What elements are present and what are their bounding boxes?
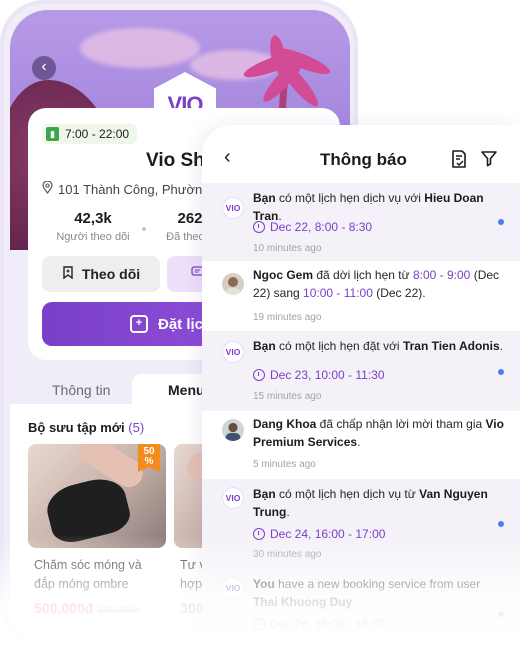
chevron-left-icon: ‹ [224,146,231,168]
notif-subject: Bạn [253,487,276,501]
notif-to-time: 10:00 - 11:00 [303,286,373,300]
notification-text: You have a new booking service from user… [253,575,505,611]
unread-dot [498,521,504,527]
followers-label: Người theo dõi [56,231,130,243]
notif-user: Thai Khuong Duy [253,595,353,609]
screen: ‹ VIO ▮ 7:00 - 22:00 Vio Sho 101 Thành C… [0,0,520,645]
notif-user: Tran Tien Adonis [402,339,500,353]
schedule-text: Dec 26, 15:00 - 16:00 [270,617,386,631]
notif-subject: Bạn [253,339,276,353]
clock-icon [253,618,265,630]
price-value: 500,000đ [34,600,94,616]
calendar-plus-icon: + [130,315,148,333]
notif-suffix: . [357,435,361,449]
notification-item[interactable]: VIO Bạn có một lịch hẹn dịch vụ với Hieu… [202,183,520,259]
mark-read-icon[interactable] [450,149,470,169]
appointment-time: Dec 23, 10:00 - 11:30 [253,368,385,382]
appointment-time: Dec 22, 8:00 - 8:30 [253,220,372,234]
collection-title-text: Bộ sưu tập mới [28,420,125,435]
vio-logo-icon: VIO [222,197,244,219]
notif-body: có một lịch hẹn dịch vụ từ [275,487,420,501]
opening-hours-badge: ▮ 7:00 - 22:00 [42,124,138,144]
collection-title: Bộ sưu tập mới (5) [28,420,144,435]
notification-text: Bạn có một lịch hẹn dịch vụ từ Van Nguye… [253,485,505,521]
notification-item[interactable]: Ngoc Gem đã dời lịch hẹn từ 8:00 - 9:00 … [202,261,520,331]
product-price: 500,000đ 1000,000đ [34,600,140,616]
followers-count: 42,3k [74,210,112,227]
discount-unit: % [144,456,154,467]
discount-badge: 50% [138,444,160,472]
product-price: 300 [180,600,203,616]
notif-time: 19 minutes ago [253,312,322,323]
avatar [222,419,244,441]
notifications-header: ‹ Thông báo [202,125,520,183]
page-title: Thông báo [320,150,407,169]
follow-button[interactable]: Theo dõi [42,256,160,292]
vio-logo-icon: VIO [222,577,244,599]
notif-suffix: . [352,595,356,609]
door-icon: ▮ [46,127,59,141]
notification-text: Ngoc Gem đã dời lịch hẹn từ 8:00 - 9:00 … [253,266,505,302]
product-name-line: đắp móng ombre [34,577,129,591]
notif-suffix: . [286,505,290,519]
notif-body: have a new booking service from user [274,577,481,591]
back-button[interactable]: ‹ [32,56,56,80]
notif-body: đã chấp nhận lời mời tham gia [316,417,486,431]
clock-icon [253,528,265,540]
notification-item[interactable]: Dang Khoa đã chấp nhận lời mời tham gia … [202,411,520,479]
appointment-time: Dec 24, 16:00 - 17:00 [253,527,385,541]
vio-logo-icon: VIO [222,341,244,363]
address-text: 101 Thành Công, Phường [58,182,210,197]
notif-subject: Bạn [253,191,276,205]
stat-divider [142,227,146,231]
schedule-text: Dec 22, 8:00 - 8:30 [270,220,373,234]
notif-user: Ngoc Gem [253,268,314,282]
location-pin-icon [42,180,53,197]
shop-address: 101 Thành Công, Phường [42,180,210,197]
back-button[interactable]: ‹ [224,147,231,167]
notification-item[interactable]: VIO You have a new booking service from … [202,567,520,645]
filter-icon[interactable] [480,149,500,169]
notification-text: Bạn có một lịch hẹn đặt với Tran Tien Ad… [253,337,505,355]
notif-body: đã dời lịch hẹn từ [313,268,413,282]
notif-time: 10 minutes ago [253,243,322,254]
notifications-screen: ‹ Thông báo VIO Bạn có một lịch hẹn dịch… [202,125,520,645]
schedule-text: Dec 24, 16:00 - 17:00 [270,527,386,541]
notif-from-time: 8:00 - 9:00 [412,268,471,282]
schedule-text: Dec 23, 10:00 - 11:30 [270,368,385,382]
notif-body: có một lịch hẹn đặt với [275,339,403,353]
notif-body: có một lịch hẹn dịch vụ với [275,191,425,205]
notif-time: 30 minutes ago [253,549,322,560]
notif-user: Dang Khoa [253,417,317,431]
unread-dot [498,219,504,225]
price-value: 300 [180,600,204,616]
tab-info[interactable]: Thông tin [52,382,110,398]
clock-icon [253,369,265,381]
notification-text: Dang Khoa đã chấp nhận lời mời tham gia … [253,415,505,451]
opening-hours: 7:00 - 22:00 [65,127,130,141]
notification-item[interactable]: VIO Bạn có một lịch hẹn đặt với Tran Tie… [202,333,520,409]
notif-time: 5 minutes ago [253,459,316,470]
notif-suffix: . [499,339,503,353]
chevron-left-icon: ‹ [41,58,47,75]
unread-dot [498,611,504,617]
product-name-line: Chăm sóc móng và [34,558,142,572]
followers-stat: 42,3k Người theo dõi [48,210,138,243]
avatar [222,273,244,295]
notif-subject: You [253,577,275,591]
product-image[interactable]: 50% [28,444,166,548]
collection-count: (5) [128,420,145,435]
notif-body: (Dec 22). [372,286,426,300]
notification-item[interactable]: VIO Bạn có một lịch hẹn dịch vụ từ Van N… [202,481,520,565]
product-name[interactable]: Chăm sóc móng và đắp móng ombre [34,556,164,594]
notif-time: 15 minutes ago [253,391,322,402]
appointment-time: Dec 26, 15:00 - 16:00 [253,617,385,631]
unread-dot [498,369,504,375]
clock-icon [253,221,265,233]
old-price: 1000,000đ [97,605,140,615]
vio-logo-icon: VIO [222,487,244,509]
follow-label: Theo dõi [81,266,141,282]
bookmark-icon [62,266,74,282]
